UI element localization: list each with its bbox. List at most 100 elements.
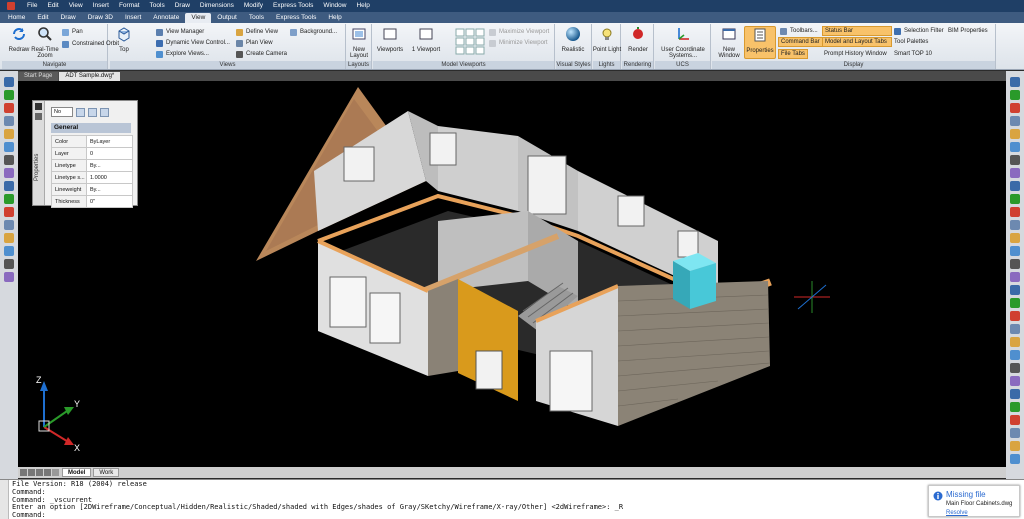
ribbon-tab[interactable]: Insert bbox=[119, 13, 147, 23]
property-row[interactable]: Layer 0 bbox=[51, 147, 133, 160]
property-row[interactable]: Linetype By... bbox=[51, 159, 133, 172]
layout-tab[interactable]: Model bbox=[62, 468, 92, 477]
menu-item[interactable]: Edit bbox=[42, 0, 63, 12]
right-toolbar-tool-icon[interactable] bbox=[1010, 233, 1020, 243]
toggle-pickadd-icon[interactable] bbox=[100, 107, 109, 117]
user-coordinate-systems-button[interactable]: User Coordinate Systems... bbox=[659, 26, 707, 60]
right-toolbar-tool-icon[interactable] bbox=[1010, 181, 1020, 191]
right-toolbar-tool-icon[interactable] bbox=[1010, 116, 1020, 126]
smart-top10-button[interactable]: Smart TOP 10 bbox=[894, 49, 932, 59]
left-toolbar-tool-icon[interactable] bbox=[4, 220, 14, 230]
right-toolbar-tool-icon[interactable] bbox=[1010, 142, 1020, 152]
left-toolbar-tool-icon[interactable] bbox=[4, 90, 14, 100]
ribbon-tab[interactable]: Tools bbox=[243, 13, 270, 23]
property-row[interactable]: Color ByLayer bbox=[51, 135, 133, 148]
model-layout-tabs-toggle[interactable]: Model and Layout Tabs bbox=[822, 37, 892, 47]
menu-item[interactable]: Draw bbox=[170, 0, 195, 12]
ribbon-tab[interactable]: View bbox=[185, 13, 212, 23]
ribbon-tab[interactable]: Home bbox=[2, 13, 31, 23]
ribbon-tab[interactable]: Draw 3D bbox=[82, 13, 119, 23]
right-toolbar-tool-icon[interactable] bbox=[1010, 324, 1020, 334]
maximize-viewport-button[interactable]: Maximize Viewport bbox=[489, 27, 549, 37]
app-logo-icon[interactable] bbox=[0, 0, 22, 12]
last-tab-icon[interactable] bbox=[44, 469, 51, 476]
explore-views-button[interactable]: Explore Views... bbox=[156, 49, 209, 59]
property-row[interactable]: Lineweight By... bbox=[51, 183, 133, 196]
right-toolbar-tool-icon[interactable] bbox=[1010, 259, 1020, 269]
right-toolbar-tool-icon[interactable] bbox=[1010, 415, 1020, 425]
ribbon-tab[interactable]: Express Tools bbox=[270, 13, 322, 23]
left-toolbar-tool-icon[interactable] bbox=[4, 116, 14, 126]
right-toolbar-tool-icon[interactable] bbox=[1010, 220, 1020, 230]
next-tab-icon[interactable] bbox=[36, 469, 43, 476]
menu-item[interactable]: Window bbox=[318, 0, 351, 12]
viewport-layouts-icon[interactable] bbox=[455, 28, 485, 56]
resolve-link[interactable]: Resolve bbox=[946, 510, 968, 516]
right-toolbar-tool-icon[interactable] bbox=[1010, 402, 1020, 412]
toolbars-button[interactable]: Toolbars... bbox=[780, 26, 818, 36]
left-toolbar-tool-icon[interactable] bbox=[4, 259, 14, 269]
top-view-button[interactable]: Top bbox=[112, 26, 136, 53]
right-toolbar-tool-icon[interactable] bbox=[1010, 337, 1020, 347]
drawing-canvas[interactable]: Z Y X bbox=[18, 81, 1006, 467]
left-toolbar-tool-icon[interactable] bbox=[4, 181, 14, 191]
property-value[interactable]: By... bbox=[86, 183, 133, 196]
tool-palettes-button[interactable]: Tool Palettes bbox=[894, 37, 928, 47]
menu-item[interactable]: Format bbox=[114, 0, 145, 12]
menu-item[interactable]: File bbox=[22, 0, 42, 12]
property-value[interactable]: 1.0000 bbox=[86, 171, 133, 184]
right-toolbar-tool-icon[interactable] bbox=[1010, 77, 1020, 87]
ribbon-tab[interactable]: Output bbox=[211, 13, 243, 23]
layout-tab[interactable]: Work bbox=[93, 468, 120, 477]
right-toolbar-tool-icon[interactable] bbox=[1010, 428, 1020, 438]
document-tab[interactable]: ADT Sample.dwg* bbox=[59, 72, 121, 81]
right-toolbar-tool-icon[interactable] bbox=[1010, 285, 1020, 295]
left-toolbar-tool-icon[interactable] bbox=[4, 207, 14, 217]
property-value[interactable]: 0" bbox=[86, 195, 133, 208]
viewports-button[interactable]: Viewports bbox=[375, 26, 405, 53]
menu-item[interactable]: Help bbox=[351, 0, 374, 12]
ribbon-tab[interactable]: Edit bbox=[31, 13, 54, 23]
left-toolbar-tool-icon[interactable] bbox=[4, 194, 14, 204]
right-toolbar-tool-icon[interactable] bbox=[1010, 363, 1020, 373]
document-tab[interactable]: Start Page bbox=[18, 72, 59, 81]
pan-button[interactable]: Pan bbox=[62, 27, 83, 37]
right-toolbar-tool-icon[interactable] bbox=[1010, 103, 1020, 113]
right-toolbar-tool-icon[interactable] bbox=[1010, 376, 1020, 386]
menu-item[interactable]: Modify bbox=[239, 0, 268, 12]
first-tab-icon[interactable] bbox=[20, 469, 27, 476]
minimize-viewport-button[interactable]: Minimize Viewport bbox=[489, 38, 548, 48]
bim-properties-button[interactable]: BIM Properties bbox=[948, 26, 988, 36]
left-toolbar-tool-icon[interactable] bbox=[4, 155, 14, 165]
menu-item[interactable]: Tools bbox=[145, 0, 170, 12]
property-row[interactable]: Thickness 0" bbox=[51, 195, 133, 208]
command-window[interactable]: File Version: R18 (2004) release Command:… bbox=[0, 479, 1024, 519]
right-toolbar-tool-icon[interactable] bbox=[1010, 194, 1020, 204]
right-toolbar-tool-icon[interactable] bbox=[1010, 441, 1020, 451]
selection-dropdown[interactable]: No bbox=[51, 107, 73, 117]
general-group-header[interactable]: General bbox=[51, 123, 131, 133]
dynamic-view-control-button[interactable]: Dynamic View Control... bbox=[156, 38, 230, 48]
define-view-button[interactable]: Define View bbox=[236, 27, 278, 37]
close-icon[interactable] bbox=[35, 103, 42, 110]
menu-item[interactable]: Insert bbox=[88, 0, 114, 12]
left-toolbar-tool-icon[interactable] bbox=[4, 142, 14, 152]
menu-item[interactable]: Express Tools bbox=[268, 0, 318, 12]
right-toolbar-tool-icon[interactable] bbox=[1010, 389, 1020, 399]
menu-item[interactable]: Dimensions bbox=[195, 0, 239, 12]
property-row[interactable]: Linetype s... 1.0000 bbox=[51, 171, 133, 184]
left-toolbar-tool-icon[interactable] bbox=[4, 246, 14, 256]
background-button[interactable]: Background... bbox=[290, 27, 337, 37]
right-toolbar-tool-icon[interactable] bbox=[1010, 298, 1020, 308]
realistic-style-button[interactable]: Realistic bbox=[558, 26, 588, 53]
one-viewport-button[interactable]: 1 Viewport bbox=[411, 26, 441, 53]
ribbon-tab[interactable]: Annotate bbox=[147, 13, 185, 23]
left-toolbar-tool-icon[interactable] bbox=[4, 272, 14, 282]
selection-filter-button[interactable]: Selection Filter bbox=[894, 26, 944, 36]
right-toolbar-tool-icon[interactable] bbox=[1010, 129, 1020, 139]
left-toolbar-tool-icon[interactable] bbox=[4, 129, 14, 139]
left-toolbar-tool-icon[interactable] bbox=[4, 77, 14, 87]
realtime-zoom-button[interactable]: Real-Time Zoom bbox=[30, 26, 60, 60]
right-toolbar-tool-icon[interactable] bbox=[1010, 155, 1020, 165]
command-window-grip[interactable] bbox=[0, 480, 9, 519]
